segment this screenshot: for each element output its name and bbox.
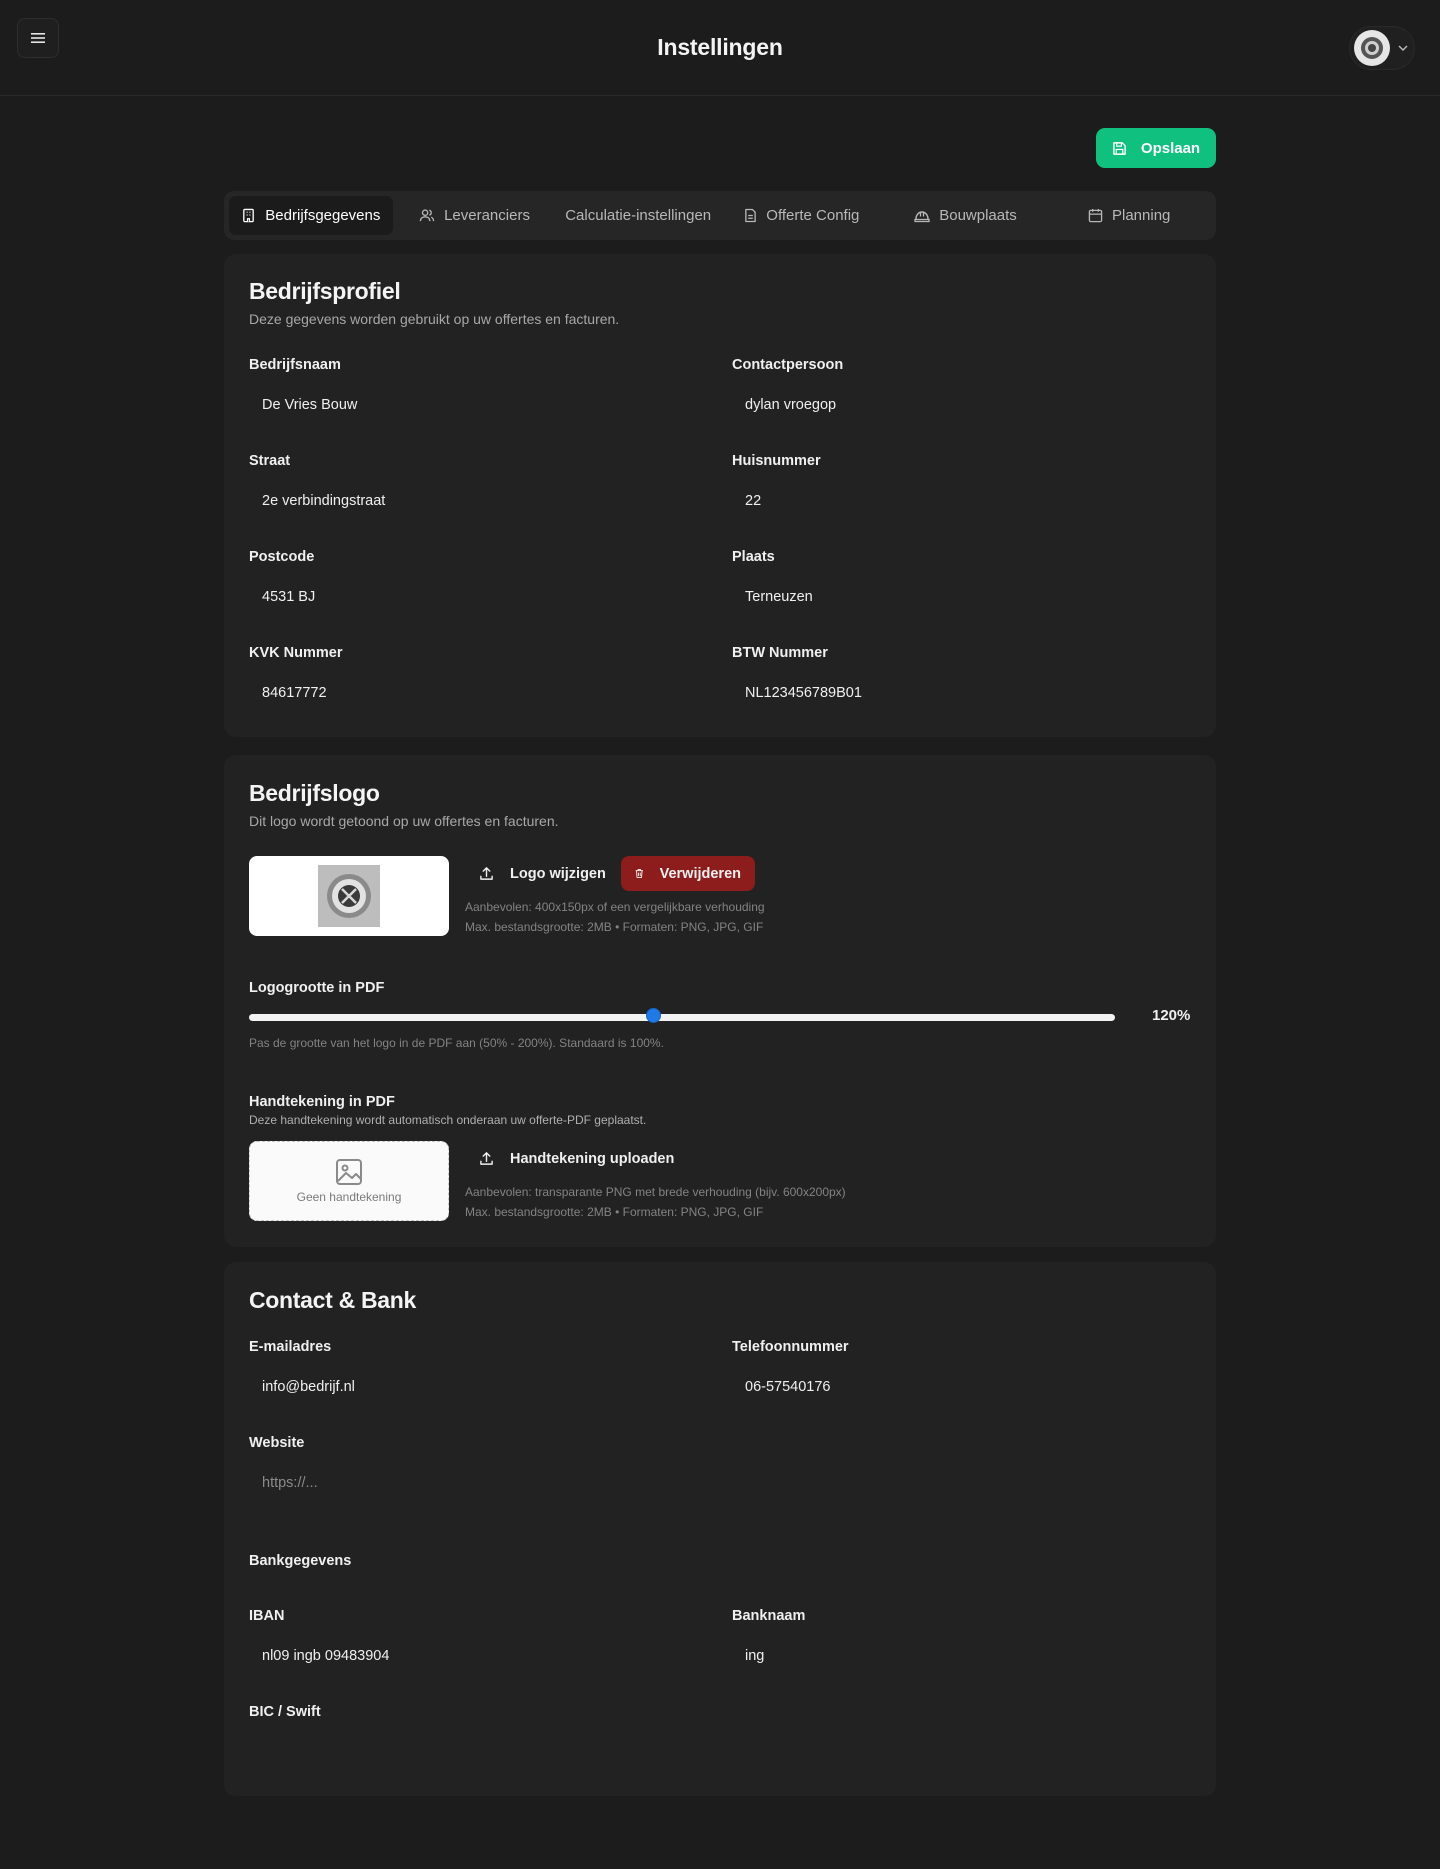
hardhat-icon <box>914 210 930 222</box>
document-icon <box>745 208 757 223</box>
image-icon <box>336 1159 362 1185</box>
bic-input[interactable] <box>249 1732 707 1772</box>
tab-label: Planning <box>1112 207 1171 224</box>
save-button-label: Opslaan <box>1140 139 1201 157</box>
upload-signature-label: Handtekening uploaden <box>510 1150 675 1167</box>
tab-planning[interactable]: Planning <box>1047 196 1211 235</box>
btw-label: BTW Nummer <box>732 645 828 661</box>
card-subtitle: Dit logo wordt getoond op uw offertes en… <box>249 813 559 829</box>
logo-hint-max: Max. bestandsgrootte: 2MB • Formaten: PN… <box>465 920 764 934</box>
bic-label: BIC / Swift <box>249 1704 321 1720</box>
phone-label: Telefoonnummer <box>732 1339 849 1355</box>
change-logo-label: Logo wijzigen <box>510 865 606 882</box>
slider-handle[interactable] <box>645 1008 661 1023</box>
website-input[interactable] <box>249 1463 707 1503</box>
email-label: E-mailadres <box>249 1339 332 1355</box>
card-title: Bedrijfsprofiel <box>249 278 401 304</box>
kvk-input[interactable] <box>249 673 707 713</box>
top-bar: Instellingen <box>0 0 1440 96</box>
contact-person-input[interactable] <box>732 385 1190 425</box>
postcode-input[interactable] <box>249 577 707 617</box>
house-number-label: Huisnummer <box>732 453 821 469</box>
contact-person-label: Contactpersoon <box>732 357 844 373</box>
card-subtitle: Deze gegevens worden gebruikt op uw offe… <box>249 311 620 327</box>
card-title: Bedrijfslogo <box>249 780 380 806</box>
bank-section-title: Bankgegevens <box>249 1553 352 1569</box>
bank-name-input[interactable] <box>732 1636 1190 1676</box>
logo-size-value: 120% <box>1152 1007 1191 1024</box>
kvk-label: KVK Nummer <box>249 645 343 661</box>
phone-input[interactable] <box>732 1367 1190 1407</box>
logo-emblem-icon <box>1361 37 1383 59</box>
iban-input[interactable] <box>249 1636 707 1676</box>
save-icon <box>1113 141 1126 155</box>
trash-icon <box>635 869 643 878</box>
signature-subtitle: Deze handtekening wordt automatisch onde… <box>249 1113 647 1127</box>
page-title: Instellingen <box>657 34 783 60</box>
street-label: Straat <box>249 453 291 469</box>
city-input[interactable] <box>732 577 1190 617</box>
tab-label: Offerte Config <box>766 207 860 224</box>
tab-bedrijfsgegevens[interactable]: Bedrijfsgegevens <box>229 196 393 235</box>
website-label: Website <box>249 1435 305 1451</box>
tab-label: Calculatie-instellingen <box>565 207 712 224</box>
settings-tabs: Bedrijfsgegevens Leveranciers Calculatie… <box>224 191 1216 240</box>
company-name-input[interactable] <box>249 385 707 425</box>
logo-preview <box>249 856 449 936</box>
avatar <box>1354 30 1390 66</box>
upload-icon <box>480 867 493 880</box>
delete-logo-label: Verwijderen <box>659 865 741 882</box>
postcode-label: Postcode <box>249 549 315 565</box>
house-number-input[interactable] <box>732 481 1190 521</box>
delete-logo-button[interactable]: Verwijderen <box>621 856 755 891</box>
bank-name-label: Banknaam <box>732 1608 806 1624</box>
calendar-icon <box>1088 208 1103 223</box>
users-icon <box>419 209 435 222</box>
upload-icon <box>480 1152 493 1165</box>
btw-input[interactable] <box>732 673 1190 713</box>
iban-label: IBAN <box>249 1608 285 1624</box>
logo-size-label: Logogrootte in PDF <box>249 980 385 996</box>
upload-signature-button[interactable]: Handtekening uploaden <box>465 1141 688 1176</box>
email-input[interactable] <box>249 1367 707 1407</box>
signature-hint-recommended: Aanbevolen: transparante PNG met brede v… <box>465 1185 846 1199</box>
tab-offerte-config[interactable]: Offerte Config <box>720 196 884 235</box>
logo-emblem-icon <box>327 874 371 918</box>
save-button[interactable]: Opslaan <box>1096 128 1216 168</box>
signature-dropzone[interactable]: Geen handtekening <box>249 1141 449 1221</box>
chevron-down-icon <box>1398 45 1408 51</box>
tab-label: Bouwplaats <box>939 207 1017 224</box>
tab-leveranciers[interactable]: Leveranciers <box>393 196 557 235</box>
tab-label: Bedrijfsgegevens <box>265 207 381 224</box>
logo-image <box>318 865 380 927</box>
logo-size-hint: Pas de grootte van het logo in de PDF aa… <box>249 1036 664 1050</box>
company-profile-card: Bedrijfsprofiel Deze gegevens worden geb… <box>224 254 1216 737</box>
street-input[interactable] <box>249 481 707 521</box>
signature-hint-max: Max. bestandsgrootte: 2MB • Formaten: PN… <box>465 1205 764 1219</box>
signature-empty-text: Geen handtekening <box>296 1190 402 1204</box>
tab-calculatie-instellingen[interactable]: Calculatie-instellingen <box>556 196 720 235</box>
signature-title: Handtekening in PDF <box>249 1094 395 1110</box>
card-title: Contact & Bank <box>249 1287 417 1313</box>
logo-size-slider[interactable] <box>249 1014 1115 1021</box>
company-logo-card: Bedrijfslogo Dit logo wordt getoond op u… <box>224 755 1216 1247</box>
tab-label: Leveranciers <box>444 207 530 224</box>
city-label: Plaats <box>732 549 775 565</box>
change-logo-button[interactable]: Logo wijzigen <box>465 856 620 891</box>
company-name-label: Bedrijfsnaam <box>249 357 341 373</box>
tab-bouwplaats[interactable]: Bouwplaats <box>884 196 1048 235</box>
building-icon <box>243 208 255 223</box>
contact-bank-card: Contact & Bank E-mailadres Telefoonnumme… <box>224 1262 1216 1796</box>
user-menu[interactable] <box>1349 26 1415 70</box>
logo-hint-recommended: Aanbevolen: 400x150px of een vergelijkba… <box>465 900 765 914</box>
